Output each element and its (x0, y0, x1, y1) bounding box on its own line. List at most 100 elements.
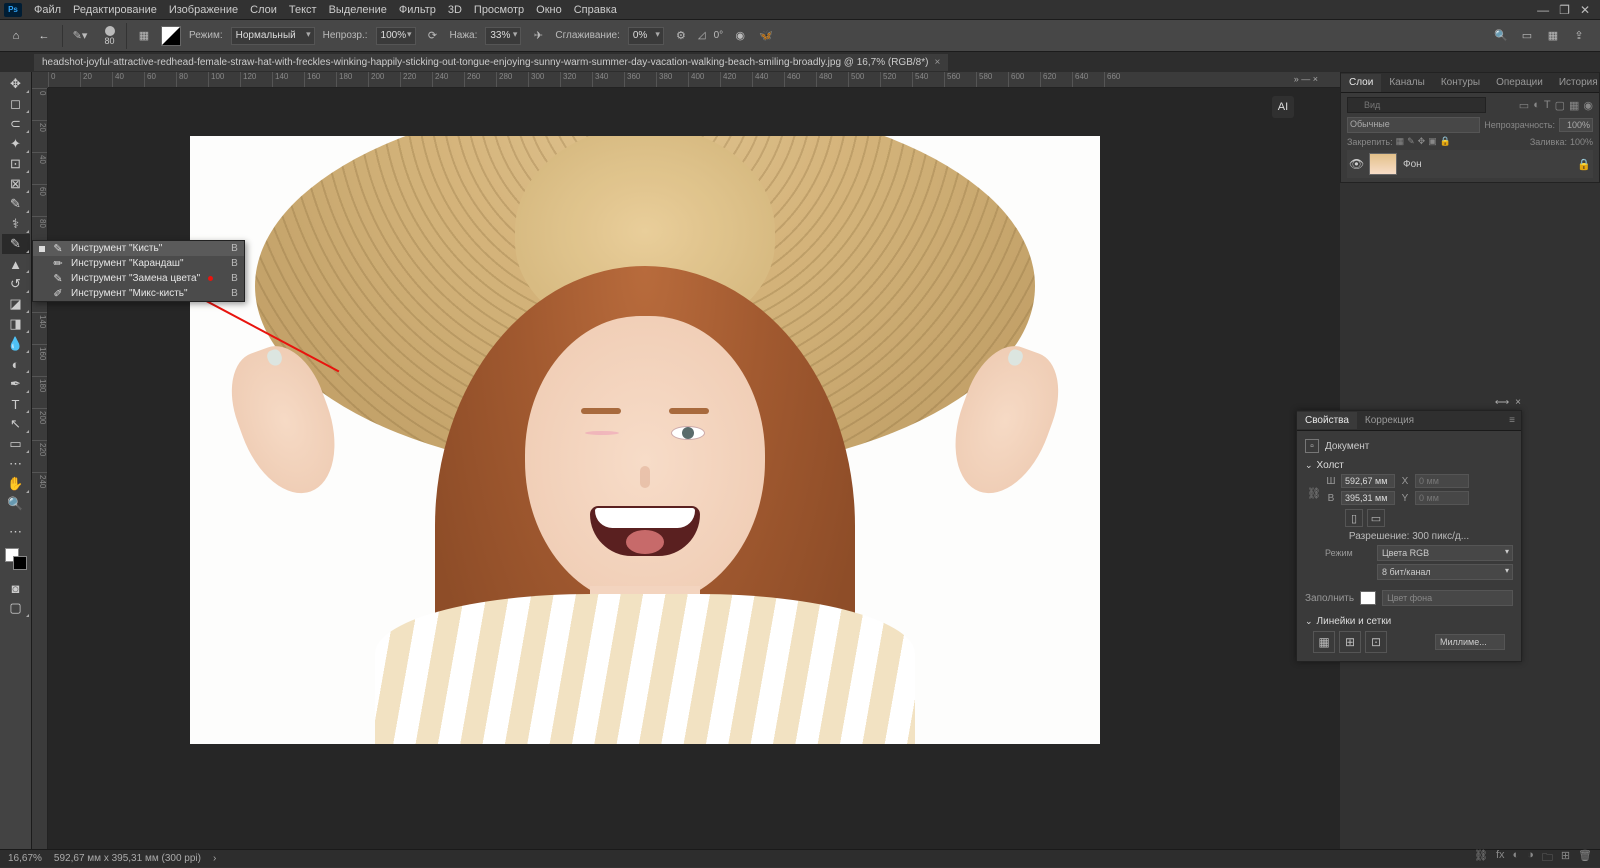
sb-adjust-icon[interactable]: ◑ (1527, 849, 1534, 868)
menu-window[interactable]: Окно (530, 2, 568, 18)
color-swatches[interactable] (5, 548, 27, 570)
status-more-icon[interactable]: › (213, 853, 216, 864)
layer-name[interactable]: Фон (1403, 159, 1422, 170)
airbrush-icon[interactable]: ✈ (529, 27, 547, 45)
resolution-label[interactable]: Разрешение: 300 пикс/д... (1305, 531, 1513, 542)
frame-tool[interactable]: ⊠ (2, 174, 30, 194)
close-icon[interactable]: ✕ (1580, 3, 1590, 17)
share-icon[interactable]: ⇪ (1570, 27, 1588, 45)
panel-close-icon[interactable]: × (1515, 397, 1521, 408)
document-dimensions[interactable]: 592,67 мм x 395,31 мм (300 ppi) (54, 853, 201, 864)
filter-type-icon[interactable]: T (1544, 99, 1551, 112)
menu-file[interactable]: Файл (28, 2, 67, 18)
eraser-tool[interactable]: ◪ (2, 294, 30, 314)
color-mode-select[interactable]: Цвета RGB (1377, 545, 1513, 561)
search-icon[interactable]: 🔍 (1492, 27, 1510, 45)
symmetry-icon[interactable]: 🦋 (757, 27, 775, 45)
sb-trash-icon[interactable]: 🗑 (1578, 849, 1592, 868)
panel-collapse-icon[interactable]: ⟷ (1495, 397, 1509, 408)
flyout-color-replace[interactable]: ✎ Инструмент "Замена цвета" B (33, 271, 244, 286)
canvas[interactable] (190, 136, 1100, 744)
lock-all-icon[interactable]: 🔒 (1440, 136, 1451, 147)
layer-thumbnail[interactable] (1369, 153, 1397, 175)
pen-tool[interactable]: ✒ (2, 374, 30, 394)
canvas-x-input[interactable]: 0 мм (1415, 474, 1469, 488)
history-brush-tool[interactable]: ↺ (2, 274, 30, 294)
canvas-section-header[interactable]: Холст (1305, 460, 1513, 471)
background-color[interactable] (13, 556, 27, 570)
gradient-tool[interactable]: ◨ (2, 314, 30, 334)
menu-help[interactable]: Справка (568, 2, 623, 18)
bit-depth-select[interactable]: 8 бит/канал (1377, 564, 1513, 580)
orientation-portrait-icon[interactable]: ▯ (1345, 509, 1363, 527)
healing-tool[interactable]: ⚕ (2, 214, 30, 234)
filter-image-icon[interactable]: ▭ (1519, 99, 1529, 112)
canvas-width-input[interactable]: 592,67 мм (1341, 474, 1395, 488)
grid-toggle-icon[interactable]: ⊞ (1339, 631, 1361, 653)
extra-tool[interactable]: ⋯ (2, 454, 30, 474)
move-tool[interactable]: ✥ (2, 74, 30, 94)
path-tool[interactable]: ↖ (2, 414, 30, 434)
sb-fx-icon[interactable]: fx (1496, 849, 1505, 868)
shape-tool[interactable]: ▭ (2, 434, 30, 454)
hand-tool[interactable]: ✋ (2, 474, 30, 494)
menu-view[interactable]: Просмотр (468, 2, 530, 18)
opacity-select[interactable]: 100% (376, 27, 416, 45)
filter-adjust-icon[interactable]: ◐ (1533, 99, 1540, 112)
tab-history[interactable]: История (1551, 74, 1600, 91)
lock-pixel-icon[interactable]: ▦ (1396, 136, 1405, 147)
crop-tool[interactable]: ⊡ (2, 154, 30, 174)
link-dimensions-icon[interactable]: ⛓ (1307, 487, 1321, 500)
dodge-tool[interactable]: ◐ (2, 354, 30, 374)
flyout-pencil[interactable]: ✏ Инструмент "Карандаш" B (33, 256, 244, 271)
angle-value[interactable]: 0° (714, 30, 724, 41)
back-icon[interactable]: ← (34, 26, 54, 46)
tab-close-icon[interactable]: × (934, 57, 940, 68)
stamp-tool[interactable]: ▲ (2, 254, 30, 274)
home-icon[interactable]: ⌂ (6, 26, 26, 46)
units-select[interactable]: Миллиме... (1435, 634, 1505, 650)
layer-opacity-value[interactable]: 100% (1559, 118, 1593, 132)
doc-overflow-controls[interactable]: » — × (1292, 72, 1320, 86)
flyout-mixer-brush[interactable]: ✐ Инструмент "Микс-кисть" B (33, 286, 244, 301)
layer-locked-icon[interactable]: 🔒 (1577, 158, 1591, 171)
canvas-y-input[interactable]: 0 мм (1415, 491, 1469, 505)
menu-text[interactable]: Текст (283, 2, 323, 18)
sb-link-icon[interactable]: ⛓ (1474, 849, 1488, 868)
sb-folder-icon[interactable]: 🗀 (1542, 849, 1553, 868)
flow-select[interactable]: 33% (485, 27, 521, 45)
lasso-tool[interactable]: ⊂ (2, 114, 30, 134)
brush-tool[interactable]: ✎ (2, 234, 30, 254)
lock-paint-icon[interactable]: ✎ (1407, 136, 1415, 147)
tab-actions[interactable]: Операции (1488, 74, 1551, 91)
rulers-section-header[interactable]: Линейки и сетки (1305, 616, 1513, 627)
zoom-level[interactable]: 16,67% (8, 853, 42, 864)
vertical-ruler[interactable]: 020406080100120140160180200220240 (32, 88, 48, 849)
color-swatch[interactable] (161, 26, 181, 46)
eyedropper-tool[interactable]: ✎ (2, 194, 30, 214)
marquee-tool[interactable]: ◻ (2, 94, 30, 114)
tab-channels[interactable]: Каналы (1381, 74, 1433, 91)
guides-toggle-icon[interactable]: ⊡ (1365, 631, 1387, 653)
filter-smart-icon[interactable]: ▦ (1569, 99, 1579, 112)
menu-select[interactable]: Выделение (323, 2, 393, 18)
lock-move-icon[interactable]: ✥ (1418, 136, 1426, 147)
screenmode-tool[interactable]: ▢ (2, 598, 30, 618)
fill-color-swatch[interactable] (1360, 591, 1376, 605)
sb-new-icon[interactable]: ⊞ (1561, 849, 1570, 868)
layer-fill-value[interactable]: 100% (1570, 137, 1593, 147)
orientation-landscape-icon[interactable]: ▭ (1367, 509, 1385, 527)
brush-panel-icon[interactable]: ▦ (135, 27, 153, 45)
tab-adjustments[interactable]: Коррекция (1357, 412, 1422, 429)
menu-3d[interactable]: 3D (442, 2, 468, 18)
zoom-tool[interactable]: 🔍 (2, 494, 30, 514)
menu-layers[interactable]: Слои (244, 2, 283, 18)
layer-row[interactable]: 👁 Фон 🔒 (1347, 150, 1593, 178)
brush-preview[interactable]: 80 (97, 23, 127, 49)
blend-mode-select[interactable]: Нормальный (231, 27, 315, 45)
lock-nest-icon[interactable]: ▣ (1428, 136, 1437, 147)
smoothing-select[interactable]: 0% (628, 27, 664, 45)
minimize-icon[interactable]: — (1537, 3, 1549, 17)
layer-visibility-icon[interactable]: 👁 (1349, 157, 1363, 171)
quickmask-tool[interactable]: ◙ (2, 578, 30, 598)
